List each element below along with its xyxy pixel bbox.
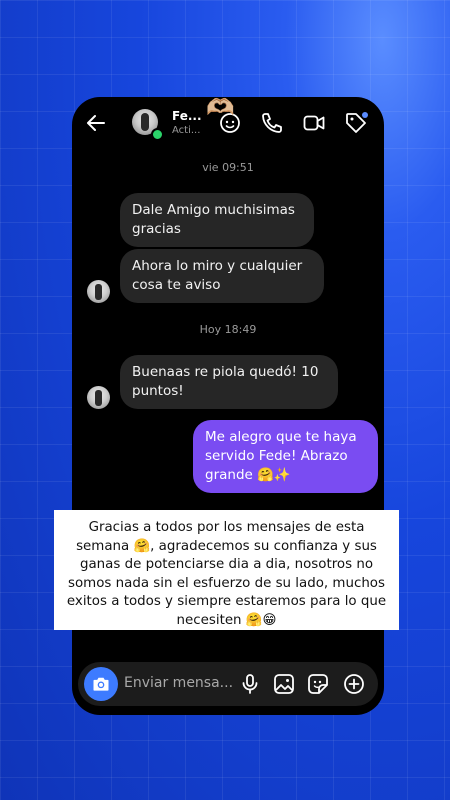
message-composer: Enviar mensa... [78,662,378,706]
caption-overlay: Gracias a todos por los mensajes de esta… [54,510,399,630]
sticker-icon[interactable] [306,672,330,696]
contact-status: Acti... [172,125,201,136]
incoming-message[interactable]: Ahora lo miro y cualquier cosa te aviso [120,249,324,303]
notification-dot [362,112,368,118]
phone-icon[interactable] [260,111,284,135]
plus-icon[interactable] [342,672,366,696]
online-indicator [151,128,164,141]
microphone-icon[interactable] [238,672,262,696]
message-input[interactable]: Enviar mensa... [124,675,233,691]
incoming-message[interactable]: Dale Amigo muchisimas gracias [120,193,314,247]
video-icon[interactable] [302,111,326,135]
camera-button[interactable] [84,667,118,701]
back-arrow-icon[interactable] [84,111,108,135]
timestamp: Hoy 18:49 [199,323,257,336]
sender-avatar [87,386,110,409]
sender-avatar [87,280,110,303]
contact-name[interactable]: Fe... [172,109,202,123]
outgoing-message[interactable]: Me alegro que te haya servido Fede! Abra… [193,420,378,493]
incoming-message[interactable]: Buenaas re piola quedó! 10 puntos! [120,355,338,409]
timestamp: vie 09:51 [202,161,254,174]
heart-hands-emoji: 🫶🏼 [206,95,235,121]
camera-icon [93,677,109,691]
gallery-icon[interactable] [272,672,296,696]
